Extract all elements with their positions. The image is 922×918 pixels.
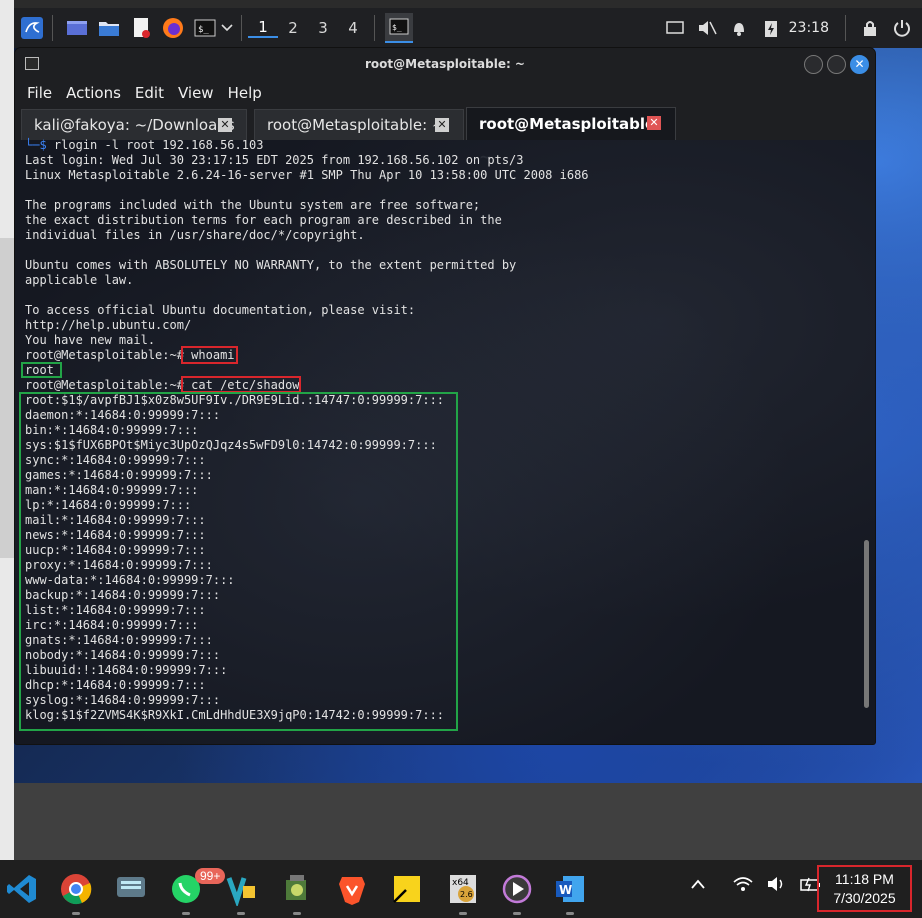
terminal-line: The programs included with the Ubuntu sy…	[25, 198, 481, 212]
desktop-bottom-area	[14, 783, 922, 860]
workspace-1[interactable]: 1	[248, 18, 278, 38]
battery-charging-icon[interactable]	[757, 14, 785, 42]
minimize-button[interactable]	[804, 55, 823, 74]
svg-text:2.6: 2.6	[460, 890, 473, 899]
tab-metasploitable-2[interactable]: root@Metasploitable: ~ ✕	[466, 107, 676, 166]
kali-dragon-icon[interactable]	[18, 14, 46, 42]
chevron-up-icon[interactable]	[690, 878, 706, 890]
window-titlebar[interactable]: root@Metasploitable: ~ ✕	[15, 48, 875, 80]
terminal-icon[interactable]: $_	[191, 14, 219, 42]
terminal-line: applicable law.	[25, 273, 134, 287]
lock-icon[interactable]	[856, 14, 884, 42]
clock-date: 7/30/2025	[833, 890, 896, 906]
menu-bar: File Actions Edit View Help	[15, 80, 875, 106]
menu-file[interactable]: File	[27, 84, 52, 102]
maximize-button[interactable]	[827, 55, 846, 74]
tab-close-icon[interactable]: ✕	[435, 118, 449, 132]
terminal-line: Linux Metasploitable 2.6.24-16-server #1…	[25, 168, 589, 182]
tab-close-icon[interactable]: ✕	[647, 116, 661, 130]
svg-text:$_: $_	[198, 25, 209, 35]
chrome-icon[interactable]	[59, 872, 93, 915]
text-editor-icon[interactable]	[127, 14, 155, 42]
chevron-down-icon[interactable]	[219, 14, 235, 42]
files-icon[interactable]	[95, 14, 123, 42]
terminal-line: You have new mail.	[25, 333, 156, 347]
prompt-prefix: └─$	[25, 138, 47, 152]
terminal-line: Last login: Wed Jul 30 23:17:15 EDT 2025…	[25, 153, 524, 167]
desktop-icon[interactable]	[63, 14, 91, 42]
terminal-line: To access official Ubuntu documentation,…	[25, 303, 416, 317]
left-edge-strip	[0, 0, 14, 860]
tab-label: root@Metasploitable: ~	[267, 116, 445, 134]
cat-shadow-highlight	[181, 376, 301, 393]
kali-top-panel: $_ 1 2 3 4 $_ 23:18	[14, 8, 922, 48]
word-icon[interactable]: W	[553, 872, 587, 915]
windows-taskbar: 99+ x64 2.6 W 11:18 PM 7/30/2025	[0, 860, 922, 918]
tab-label: kali@fakoya: ~/Downloads	[34, 116, 235, 134]
sticky-notes-icon[interactable]	[390, 872, 424, 906]
hxd-icon[interactable]: x64 2.6	[446, 872, 480, 915]
terminal-line: Ubuntu comes with ABSOLUTELY NO WARRANTY…	[25, 258, 517, 272]
menu-edit[interactable]: Edit	[135, 84, 164, 102]
close-button[interactable]: ✕	[850, 55, 869, 74]
root-output-highlight	[21, 362, 62, 378]
volume-icon[interactable]	[766, 876, 786, 892]
firefox-icon[interactable]	[159, 14, 187, 42]
menu-actions[interactable]: Actions	[66, 84, 121, 102]
svg-text:$_: $_	[392, 23, 402, 32]
keyboard-app-icon[interactable]	[114, 872, 148, 906]
virtualbox-icon[interactable]	[224, 872, 258, 915]
window-icon	[25, 57, 39, 70]
terminal-line: root	[25, 363, 54, 377]
terminal-line: root@Metasploitable:~# cat /etc/shadow	[25, 378, 300, 392]
malware-tool-icon[interactable]	[280, 872, 314, 915]
tab-close-icon[interactable]: ✕	[218, 118, 232, 132]
bell-icon[interactable]	[725, 14, 753, 42]
shadow-file-highlight	[19, 392, 458, 731]
menu-help[interactable]: Help	[228, 84, 262, 102]
workspace-3[interactable]: 3	[308, 19, 338, 37]
terminal-line: the exact distribution terms for each pr…	[25, 213, 502, 227]
whoami-highlight	[181, 346, 238, 364]
wifi-icon[interactable]	[732, 876, 754, 892]
whatsapp-badge: 99+	[195, 868, 226, 884]
system-tray	[690, 876, 822, 892]
vscode-icon[interactable]	[5, 872, 39, 906]
terminal-line: └─$ rlogin -l root 192.168.56.103	[25, 138, 589, 153]
taskbar-clock[interactable]: 11:18 PM 7/30/2025	[817, 865, 912, 912]
workspace-2[interactable]: 2	[278, 19, 308, 37]
svg-text:W: W	[559, 883, 572, 897]
command-text: rlogin -l root 192.168.56.103	[46, 138, 264, 152]
window-title: root@Metasploitable: ~	[365, 57, 525, 71]
terminal-line: individual files in /usr/share/doc/*/cop…	[25, 228, 365, 242]
tab-kali-downloads[interactable]: kali@fakoya: ~/Downloads ✕	[21, 109, 247, 140]
media-player-icon[interactable]	[500, 872, 534, 915]
terminal-task-icon[interactable]: $_	[385, 13, 413, 43]
terminal-line: http://help.ubuntu.com/	[25, 318, 192, 332]
scrollbar[interactable]	[864, 540, 869, 708]
terminal-line: root@Metasploitable:~# whoami	[25, 348, 235, 362]
tab-metasploitable-1[interactable]: root@Metasploitable: ~ ✕	[254, 109, 464, 140]
screen-icon[interactable]	[661, 14, 689, 42]
power-icon[interactable]	[888, 14, 916, 42]
workspace-4[interactable]: 4	[338, 19, 368, 37]
brave-icon[interactable]	[335, 872, 369, 906]
menu-view[interactable]: View	[178, 84, 214, 102]
clock-time: 11:18 PM	[835, 871, 894, 887]
tab-bar: kali@fakoya: ~/Downloads ✕ root@Metasplo…	[15, 106, 875, 166]
mute-icon[interactable]	[693, 14, 721, 42]
kali-panel-clock[interactable]: 23:18	[789, 20, 829, 36]
